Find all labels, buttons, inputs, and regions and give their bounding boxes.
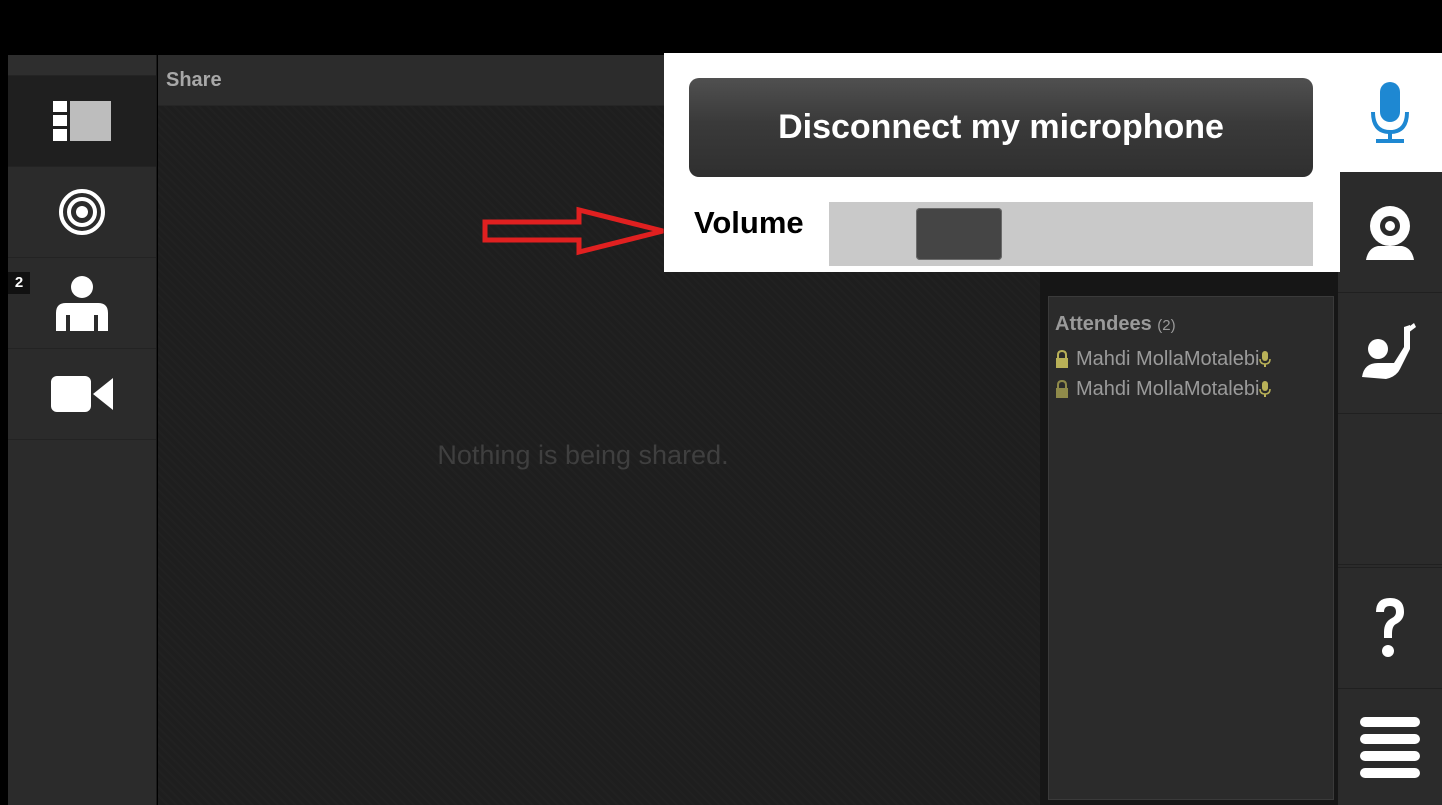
annotation-arrow-icon [482,206,664,256]
raise-hand-icon [1362,323,1416,379]
disconnect-microphone-button[interactable]: Disconnect my microphone [689,78,1313,177]
broadcast-icon [59,189,105,235]
attendee-row[interactable]: Mahdi MollaMotalebi [1049,344,1333,374]
menu-button[interactable] [1338,688,1442,805]
nav-layout-button[interactable] [8,76,156,167]
sidebar-empty-slot [1338,414,1442,565]
help-button[interactable] [1338,567,1442,689]
volume-slider-thumb[interactable] [916,208,1002,260]
nav-camera-button[interactable] [8,349,156,440]
sidebar-spacer [8,55,156,76]
attendees-title-text: Attendees [1055,313,1152,335]
attendee-row[interactable]: Mahdi MollaMotalebi [1049,374,1333,404]
participants-count-badge: 2 [8,272,30,294]
microphone-tab-button[interactable] [1338,53,1442,172]
attendee-mic-icon [1259,381,1272,397]
user-icon [56,276,108,331]
attendee-mic-icon [1259,351,1272,367]
attendees-title: Attendees (2) [1049,297,1333,336]
help-icon [1376,598,1404,657]
raise-hand-button[interactable] [1338,293,1442,414]
lock-icon [1056,379,1068,398]
top-bar [0,0,1442,55]
attendees-count: (2) [1157,317,1176,334]
layout-icon [53,101,111,141]
left-sidebar: 2 [8,55,157,805]
attendee-name: Mahdi MollaMotalebi [1076,377,1260,400]
volume-label: Volume [694,205,804,240]
volume-slider-track[interactable] [829,202,1313,266]
app-window: 2 Share Nothing is being shared. Attende… [0,0,1442,805]
nav-participants-button[interactable]: 2 [8,258,156,349]
attendee-name: Mahdi MollaMotalebi [1076,347,1260,370]
right-sidebar [1338,172,1442,805]
lock-icon [1056,349,1068,368]
menu-icon [1360,716,1420,778]
share-empty-message: Nothing is being shared. [437,440,729,470]
video-camera-icon [51,376,113,412]
attendees-panel: Attendees (2) Mahdi MollaMotalebi Mahdi … [1048,296,1334,800]
nav-broadcast-button[interactable] [8,167,156,258]
microphone-icon [1371,81,1409,143]
webcam-button[interactable] [1338,172,1442,293]
webcam-icon [1366,206,1414,260]
